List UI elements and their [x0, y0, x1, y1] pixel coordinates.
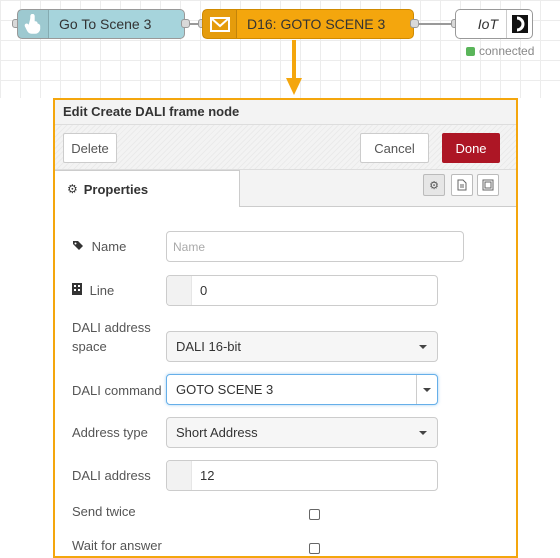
node-status: connected: [466, 44, 534, 58]
iot-output-node[interactable]: IoT: [455, 9, 533, 39]
appearance-icon: [482, 179, 494, 191]
address-type-select[interactable]: Short Address: [166, 417, 438, 448]
address-type-label: Address type: [72, 425, 148, 440]
node-icon-box[interactable]: [506, 10, 532, 38]
dali-address-stepper[interactable]: 12: [166, 460, 438, 491]
name-placeholder: Name: [173, 239, 206, 254]
hand-pointer-icon: [24, 14, 41, 34]
dialog-title: Edit Create DALI frame node: [55, 100, 516, 125]
building-icon: [72, 283, 86, 298]
send-twice-label: Send twice: [72, 504, 136, 519]
flow-canvas[interactable]: Go To Scene 3 D16: GOTO SCENE 3 IoT conn…: [0, 0, 560, 98]
node-label: IoT: [477, 16, 498, 32]
tab-appearance[interactable]: [477, 174, 499, 196]
line-label: Line: [72, 281, 114, 300]
chevron-down-icon: [419, 344, 427, 349]
dali-address-value: 12: [200, 468, 215, 483]
gear-icon: ⚙: [67, 182, 78, 196]
command-select[interactable]: GOTO SCENE 3: [166, 374, 438, 405]
address-space-select[interactable]: DALI 16-bit: [166, 331, 438, 362]
dali-frame-node[interactable]: D16: GOTO SCENE 3: [202, 9, 414, 39]
stepper-handle[interactable]: [167, 276, 192, 305]
node-label: D16: GOTO SCENE 3: [247, 16, 386, 32]
tab-description[interactable]: [451, 174, 473, 196]
node-icon-box[interactable]: [203, 10, 237, 38]
address-space-label: DALI address space: [72, 320, 151, 354]
name-label: Name: [72, 237, 126, 256]
inject-node[interactable]: Go To Scene 3: [17, 9, 185, 39]
status-indicator: [466, 46, 475, 56]
tag-icon: [72, 239, 88, 254]
send-twice-checkbox[interactable]: [309, 509, 320, 520]
tab-bar: ⚙ Properties ⚙: [55, 170, 516, 207]
iot-logo-icon: [511, 15, 528, 33]
delete-button[interactable]: Delete: [63, 133, 117, 163]
tab-settings[interactable]: ⚙: [423, 174, 445, 196]
command-label: DALI command: [72, 383, 162, 398]
envelope-icon: [209, 16, 230, 32]
gear-icon: ⚙: [429, 179, 439, 192]
line-value: 0: [200, 283, 208, 298]
dropdown-toggle[interactable]: [416, 375, 437, 404]
node-icon-box[interactable]: [18, 10, 49, 38]
line-stepper[interactable]: 0: [166, 275, 438, 306]
wait-answer-checkbox[interactable]: [309, 543, 320, 554]
stepper-handle[interactable]: [167, 461, 192, 490]
done-button[interactable]: Done: [442, 133, 500, 163]
selection-arrow-line: [292, 40, 296, 80]
chevron-down-icon: [423, 387, 431, 392]
tab-label: Properties: [83, 181, 149, 197]
status-text: connected: [479, 44, 535, 58]
wire-dali-to-iot: [414, 23, 456, 25]
edit-dialog: Edit Create DALI frame node Delete Cance…: [53, 98, 518, 558]
name-input[interactable]: Name: [166, 231, 464, 262]
output-port[interactable]: [181, 19, 190, 28]
dialog-toolbar: Delete Cancel Done: [55, 125, 516, 170]
chevron-down-icon: [419, 430, 427, 435]
cancel-button[interactable]: Cancel: [360, 133, 429, 163]
address-type-value: Short Address: [176, 425, 258, 440]
node-label: Go To Scene 3: [59, 16, 152, 32]
output-port[interactable]: [410, 19, 419, 28]
description-icon: [457, 179, 467, 191]
wait-answer-label: Wait for answer: [72, 538, 162, 553]
tab-properties[interactable]: ⚙ Properties: [55, 170, 240, 207]
command-value: GOTO SCENE 3: [176, 382, 274, 397]
dali-address-label: DALI address: [72, 468, 151, 483]
address-space-value: DALI 16-bit: [176, 339, 242, 354]
selection-arrow-head: [286, 78, 302, 95]
